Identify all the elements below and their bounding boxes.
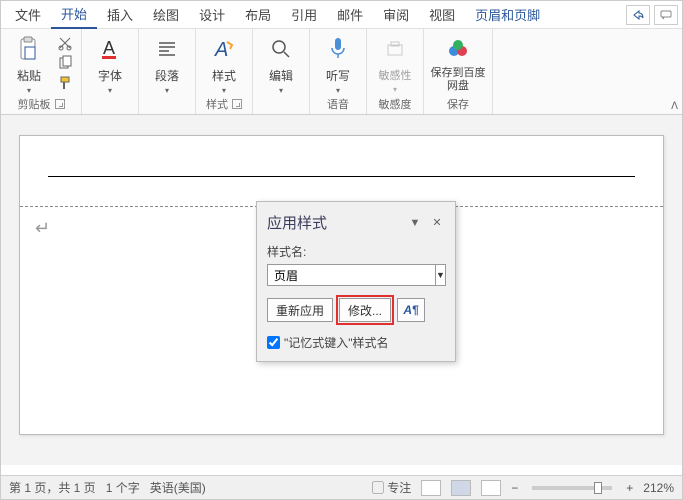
tab-references[interactable]: 引用 xyxy=(281,1,327,28)
paragraph-icon xyxy=(151,33,183,65)
styles-group-label: 样式 xyxy=(206,96,228,112)
cut-icon[interactable] xyxy=(57,35,73,51)
dictate-button[interactable]: 听写▾ xyxy=(316,33,360,95)
group-clipboard: 粘贴 ▾ 剪贴板 xyxy=(1,29,82,114)
group-styles: A 样式▾ 样式 xyxy=(196,29,253,114)
modify-button[interactable]: 修改... xyxy=(339,298,391,322)
font-button[interactable]: A 字体▾ xyxy=(88,33,132,95)
sensitivity-group-label: 敏感度 xyxy=(379,96,412,112)
tab-design[interactable]: 设计 xyxy=(189,1,235,28)
voice-group-label: 语音 xyxy=(327,96,349,112)
autocomplete-checkbox-input[interactable] xyxy=(267,336,280,349)
reapply-button[interactable]: 重新应用 xyxy=(267,298,333,322)
tab-draw[interactable]: 绘图 xyxy=(143,1,189,28)
group-sensitivity: 敏感性▾ 敏感度 xyxy=(367,29,424,114)
clipboard-icon xyxy=(13,33,45,65)
comments-button[interactable] xyxy=(654,5,678,25)
styles-launcher[interactable] xyxy=(232,99,242,109)
tab-home[interactable]: 开始 xyxy=(51,0,97,29)
svg-text:A: A xyxy=(103,38,115,58)
search-icon xyxy=(265,33,297,65)
zoom-slider[interactable] xyxy=(532,486,612,490)
style-name-input[interactable] xyxy=(267,264,436,286)
save-group-label: 保存 xyxy=(447,96,469,112)
styles-icon: A xyxy=(208,33,240,65)
style-name-dropdown-icon[interactable]: ▼ xyxy=(436,264,446,286)
cloud-save-icon xyxy=(442,33,474,65)
autocomplete-checkbox[interactable]: "记忆式键入"样式名 xyxy=(267,334,445,351)
view-read-button[interactable] xyxy=(421,480,441,496)
header-rule xyxy=(48,176,635,177)
status-page[interactable]: 第 1 页，共 1 页 xyxy=(9,479,96,496)
group-font: A 字体▾ xyxy=(82,29,139,114)
ribbon: 粘贴 ▾ 剪贴板 A 字体▾ 段落▾ A 样式▾ 样式 xyxy=(1,29,682,115)
edit-button[interactable]: 编辑▾ xyxy=(259,33,303,95)
zoom-out-icon[interactable]: − xyxy=(511,481,518,495)
view-print-button[interactable] xyxy=(451,480,471,496)
paragraph-mark-icon: ↵ xyxy=(35,218,50,239)
collapse-ribbon-icon[interactable]: ᐱ xyxy=(671,101,678,112)
paste-button[interactable]: 粘贴 ▾ xyxy=(7,33,51,95)
sensitivity-button[interactable]: 敏感性▾ xyxy=(373,33,417,94)
focus-mode-button[interactable]: ▢ 专注 xyxy=(372,479,411,496)
tab-mail[interactable]: 邮件 xyxy=(327,1,373,28)
clipboard-group-label: 剪贴板 xyxy=(18,96,51,112)
copy-icon[interactable] xyxy=(57,55,73,71)
clipboard-launcher[interactable] xyxy=(55,99,65,109)
font-icon: A xyxy=(94,33,126,65)
status-language[interactable]: 英语(美国) xyxy=(150,479,206,496)
tab-header-footer[interactable]: 页眉和页脚 xyxy=(465,1,550,28)
sensitivity-icon xyxy=(379,33,411,65)
zoom-in-icon[interactable]: + xyxy=(626,481,633,495)
view-web-button[interactable] xyxy=(481,480,501,496)
svg-text:A: A xyxy=(214,39,228,61)
style-name-combo[interactable]: ▼ xyxy=(267,264,445,286)
styles-pane-icon-button[interactable]: A¶ xyxy=(397,298,425,322)
styles-button[interactable]: A 样式▾ xyxy=(202,33,246,95)
group-voice: 听写▾ 语音 xyxy=(310,29,367,114)
pane-close-icon[interactable]: ✕ xyxy=(429,215,445,231)
share-button[interactable] xyxy=(626,5,650,25)
tab-view[interactable]: 视图 xyxy=(419,1,465,28)
format-painter-icon[interactable] xyxy=(57,75,73,91)
save-baidu-button[interactable]: 保存到百度网盘 xyxy=(430,33,486,93)
tab-review[interactable]: 审阅 xyxy=(373,1,419,28)
group-paragraph: 段落▾ xyxy=(139,29,196,114)
clipboard-small xyxy=(55,33,75,93)
tab-bar: 文件 开始 插入 绘图 设计 布局 引用 邮件 审阅 视图 页眉和页脚 xyxy=(1,1,682,29)
paragraph-button[interactable]: 段落▾ xyxy=(145,33,189,95)
pane-title: 应用样式 xyxy=(267,212,401,233)
tab-layout[interactable]: 布局 xyxy=(235,1,281,28)
microphone-icon xyxy=(322,33,354,65)
pane-options-icon[interactable]: ▼ xyxy=(407,215,423,231)
tab-file[interactable]: 文件 xyxy=(5,1,51,28)
apply-styles-pane: 应用样式 ▼ ✕ 样式名: ▼ 重新应用 修改... A¶ "记忆式键入"样式名 xyxy=(256,201,456,362)
tab-insert[interactable]: 插入 xyxy=(97,1,143,28)
zoom-level[interactable]: 212% xyxy=(643,481,674,495)
group-save: 保存到百度网盘 保存 xyxy=(424,29,493,114)
status-bar: 第 1 页，共 1 页 1 个字 英语(美国) ▢ 专注 − + 212% xyxy=(1,475,682,499)
group-edit: 编辑▾ xyxy=(253,29,310,114)
style-name-label: 样式名: xyxy=(267,243,445,260)
status-words[interactable]: 1 个字 xyxy=(106,479,140,496)
